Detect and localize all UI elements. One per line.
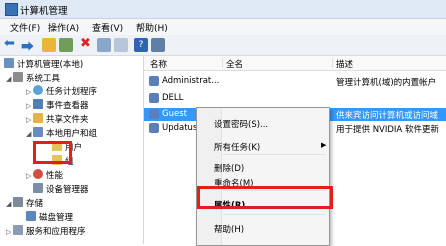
- tools-icon: [13, 72, 23, 82]
- tree-root[interactable]: 计算机管理(本地): [4, 58, 83, 70]
- list-row-administrator[interactable]: Administrat... 管理计算机(域)的内置帐户: [144, 75, 446, 88]
- menu-delete[interactable]: 删除(D): [214, 162, 244, 174]
- context-menu: 设置密码(S)... 所有任务(K) ▶ 删除(D) 重命名(M) 属性(R) …: [196, 107, 330, 246]
- tree-services-apps[interactable]: ▷ 服务和应用程序: [6, 225, 86, 237]
- menu-file[interactable]: 文件(F): [10, 21, 40, 34]
- performance-icon: [33, 169, 43, 179]
- export-icon[interactable]: [114, 38, 128, 52]
- tree-event-viewer[interactable]: ▷ 事件查看器: [26, 99, 89, 111]
- computer-icon: [4, 58, 14, 68]
- expand-arrow-icon[interactable]: ▷: [26, 102, 33, 110]
- col-name[interactable]: 名称: [150, 58, 167, 70]
- users-group-icon: [33, 127, 43, 137]
- tree-local-users-groups[interactable]: ◢ 本地用户和组: [26, 127, 97, 139]
- user-icon: [149, 93, 159, 103]
- window-title: 计算机管理: [20, 6, 68, 17]
- user-icon: [149, 76, 159, 86]
- device-manager-icon: [33, 183, 43, 193]
- collapse-arrow-icon[interactable]: ◢: [6, 75, 13, 83]
- up-folder-icon[interactable]: [42, 38, 56, 52]
- forward-arrow-icon[interactable]: ⮕: [21, 36, 35, 55]
- delete-icon[interactable]: ✖: [80, 36, 94, 51]
- expand-arrow-icon[interactable]: ▷: [26, 172, 33, 180]
- navigation-tree: 计算机管理(本地) ◢ 系统工具 ▷ 任务计划程序 ▷ 事件查看器 ▷ 共享文件夹 ◢ 本…: [0, 56, 144, 244]
- menu-all-tasks[interactable]: 所有任务(K): [214, 141, 260, 153]
- menu-action[interactable]: 操作(A): [48, 21, 79, 34]
- col-divider[interactable]: [222, 58, 223, 68]
- user-icon: [149, 123, 159, 133]
- disk-icon: [26, 211, 36, 221]
- services-icon: [13, 225, 23, 235]
- shared-folder-icon: [33, 113, 43, 123]
- event-log-icon: [33, 99, 43, 109]
- collapse-arrow-icon[interactable]: ◢: [6, 200, 13, 208]
- toolbar: ⬅ ⮕ ✖ ?: [0, 35, 446, 56]
- show-tree-icon[interactable]: [59, 38, 73, 52]
- console-icon[interactable]: [151, 38, 165, 52]
- submenu-arrow-icon: ▶: [321, 141, 327, 149]
- tree-disk-management[interactable]: 磁盘管理: [26, 211, 73, 223]
- tree-performance[interactable]: ▷ 性能: [26, 169, 63, 181]
- column-header: 名称 全名 描述: [144, 56, 446, 71]
- tree-device-manager[interactable]: 设备管理器: [33, 183, 89, 195]
- users-highlight-box: [33, 141, 72, 164]
- col-description[interactable]: 描述: [336, 58, 353, 70]
- list-row-dell[interactable]: DELL: [144, 92, 446, 105]
- menu-separator: [223, 214, 325, 215]
- user-icon: [149, 109, 159, 119]
- tree-shared-folders[interactable]: ▷ 共享文件夹: [26, 113, 89, 125]
- help-icon[interactable]: ?: [134, 38, 148, 52]
- tree-system-tools[interactable]: ◢ 系统工具: [6, 72, 60, 84]
- tree-task-scheduler[interactable]: ▷ 任务计划程序: [26, 85, 97, 97]
- col-divider[interactable]: [332, 58, 333, 68]
- storage-icon: [13, 197, 23, 207]
- collapse-arrow-icon[interactable]: ◢: [26, 130, 33, 138]
- expand-arrow-icon[interactable]: ▷: [6, 228, 13, 236]
- menu-separator: [223, 154, 325, 155]
- clock-icon: [33, 85, 43, 95]
- computer-management-icon: [5, 3, 18, 16]
- menu-set-password[interactable]: 设置密码(S)...: [214, 118, 268, 130]
- expand-arrow-icon[interactable]: ▷: [26, 116, 33, 124]
- back-arrow-icon[interactable]: ⬅: [4, 36, 18, 51]
- menu-bar: 文件(F) 操作(A) 查看(V) 帮助(H): [0, 19, 446, 35]
- expand-arrow-icon[interactable]: ▷: [26, 88, 33, 96]
- menu-help[interactable]: 帮助(H): [136, 21, 168, 34]
- menu-help[interactable]: 帮助(H): [214, 223, 244, 235]
- tree-storage[interactable]: ◢ 存储: [6, 197, 43, 209]
- title-bar: 计算机管理: [0, 0, 446, 19]
- properties-highlight-box: [197, 186, 333, 209]
- col-fullname[interactable]: 全名: [226, 58, 243, 70]
- menu-view[interactable]: 查看(V): [92, 21, 123, 34]
- properties-icon[interactable]: [97, 38, 111, 52]
